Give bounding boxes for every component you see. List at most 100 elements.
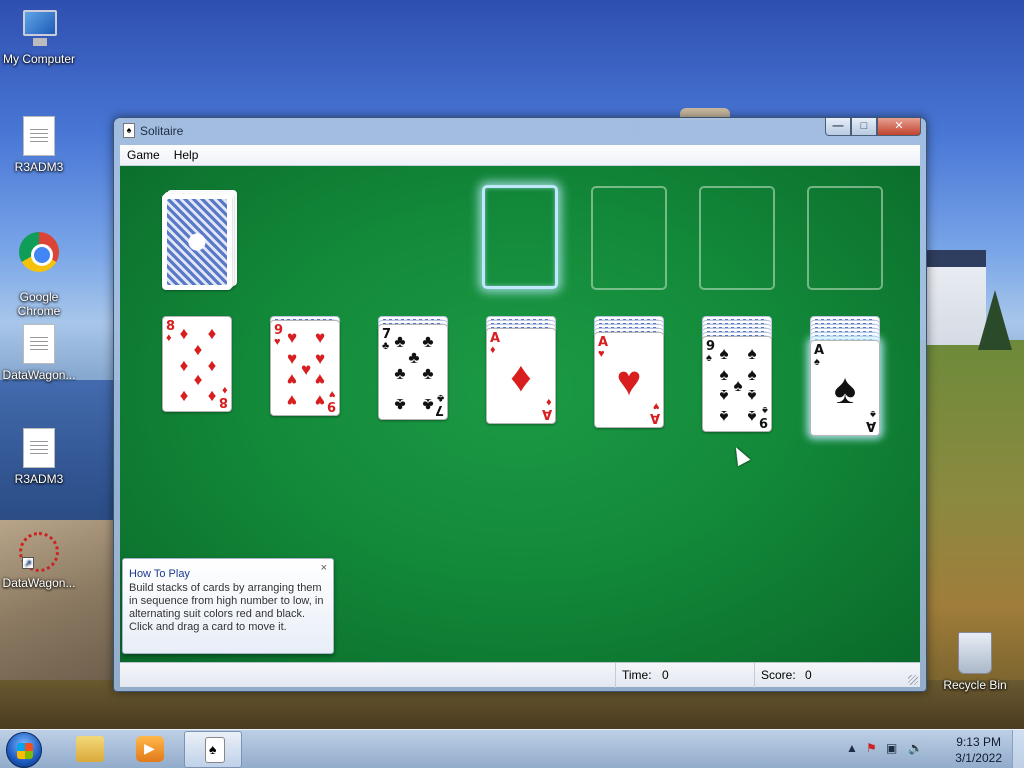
- solitaire-app-icon[interactable]: ♠: [123, 123, 135, 138]
- card-pip-icon: ♣: [408, 347, 420, 367]
- tip-close-button[interactable]: ×: [321, 562, 327, 574]
- card-pips: ♠ ♠ ♠ ♠ ♠ ♠ ♠ ♠ ♠: [715, 344, 759, 426]
- card-pip-icon: ♦: [207, 355, 217, 375]
- computer-icon: [17, 8, 61, 48]
- card-pip-icon: ♥: [286, 391, 298, 410]
- card-pip-icon: ♣: [422, 332, 434, 351]
- document-icon: [23, 428, 55, 468]
- card-pip-icon: ♦: [179, 355, 189, 375]
- foundation-slot-1[interactable]: [482, 185, 558, 289]
- card-pip-icon: ♦: [179, 387, 189, 406]
- tableau-card-4[interactable]: A ♦ A ♦ ♦: [486, 328, 556, 424]
- card-pip-icon: ♥: [314, 369, 326, 389]
- card-pip-icon: ♠: [747, 344, 757, 363]
- desktop-icon-label: DataWagon...: [2, 368, 76, 382]
- tip-body: Build stacks of cards by arranging them …: [129, 582, 324, 633]
- tableau-card-6[interactable]: 9 ♠ 9 ♠ ♠ ♠ ♠ ♠ ♠ ♠ ♠ ♠ ♠: [702, 336, 772, 432]
- card-pip-icon: ♦: [193, 371, 203, 391]
- score-value: 0: [805, 668, 812, 682]
- desktop-icon-label: DataWagon...: [2, 576, 76, 590]
- card-suit-icon: ♠: [706, 352, 712, 364]
- how-to-play-tip: × How To Play Build stacks of cards by a…: [122, 558, 334, 654]
- desktop-icon-datawagon-shortcut[interactable]: ↗ DataWagon...: [0, 532, 78, 590]
- card-pip-icon: ♥: [314, 391, 326, 410]
- show-hidden-icons-icon[interactable]: ▲: [846, 741, 858, 755]
- foundation-slot-3[interactable]: [699, 186, 775, 290]
- tip-title: How To Play: [129, 568, 190, 580]
- card-pip-icon: ♠: [719, 385, 729, 405]
- card-pip-icon: ♣: [422, 395, 434, 414]
- title-bar[interactable]: ♠ Solitaire — □ ✕: [114, 118, 926, 146]
- card-pip-icon: ♦: [207, 324, 217, 343]
- menu-bar: Game Help: [120, 145, 920, 166]
- tableau-card-3[interactable]: 7 ♣ 7 ♣ ♣ ♣ ♣ ♣ ♣ ♣ ♣: [378, 324, 448, 420]
- menu-game[interactable]: Game: [120, 145, 167, 165]
- desktop-icon-label: R3ADM3: [14, 160, 64, 174]
- caption-buttons: — □ ✕: [825, 118, 921, 136]
- solitaire-icon: [205, 737, 225, 763]
- score-display: Score: 0: [754, 663, 920, 688]
- resize-grip[interactable]: [908, 675, 918, 685]
- tableau-card-7[interactable]: A ♠ A ♠ ♠: [810, 340, 880, 436]
- desktop-icon-my-computer[interactable]: My Computer: [0, 8, 78, 66]
- desktop-icon-label: My Computer: [2, 52, 76, 66]
- action-center-icon[interactable]: ⚑: [866, 741, 877, 755]
- score-label: Score:: [761, 668, 796, 682]
- card-pip-icon: ♥: [314, 328, 326, 347]
- card-pip-icon: ♠: [719, 344, 729, 363]
- taskbar-media-player-button[interactable]: [120, 731, 178, 768]
- stock-pile[interactable]: [162, 194, 232, 290]
- window-title: Solitaire: [140, 124, 184, 138]
- time-value: 0: [662, 668, 669, 682]
- folder-icon: [76, 736, 104, 762]
- card-pips: ♣ ♣ ♣ ♣ ♣ ♣ ♣: [391, 332, 435, 414]
- card-suit-icon: ♣: [382, 340, 390, 352]
- desktop-icon-r3adm3[interactable]: R3ADM3: [0, 116, 78, 174]
- taskbar-solitaire-button[interactable]: [184, 731, 242, 768]
- desktop-icon-recycle-bin[interactable]: Recycle Bin: [936, 632, 1014, 692]
- desktop-icon-label: Recycle Bin: [943, 678, 1007, 692]
- desktop-icon-label: R3ADM3: [14, 472, 64, 486]
- start-button[interactable]: [6, 732, 42, 768]
- system-tray: ▲ ⚑ ▣ 🔊 9:13 PM 3/1/2022: [834, 730, 1024, 768]
- card-pip-icon: ♠: [719, 407, 729, 426]
- desktop-icon-r3adm3-2[interactable]: R3ADM3: [0, 428, 78, 486]
- taskbar-explorer-button[interactable]: [60, 731, 118, 768]
- tableau-card-2[interactable]: 9 ♥ 9 ♥ ♥ ♥ ♥ ♥ ♥ ♥ ♥ ♥ ♥: [270, 320, 340, 416]
- card-pips: ♥ ♥ ♥ ♥ ♥ ♥ ♥ ♥ ♥: [283, 328, 327, 410]
- time-label: Time:: [622, 668, 652, 682]
- card-pip-icon: ♠: [747, 407, 757, 426]
- wallpaper-house: [926, 250, 986, 345]
- tableau-card-1[interactable]: 8 ♦ 8 ♦ ♦ ♦ ♦ ♦ ♦ ♦ ♦ ♦: [162, 316, 232, 412]
- document-icon: [23, 324, 55, 364]
- volume-icon[interactable]: 🔊: [908, 741, 923, 755]
- minimize-button[interactable]: —: [825, 118, 851, 136]
- show-desktop-button[interactable]: [1012, 730, 1024, 768]
- desktop-icon-datawagon-doc[interactable]: DataWagon...: [0, 324, 78, 382]
- menu-help[interactable]: Help: [167, 145, 206, 165]
- status-bar: Time: 0 Score: 0: [120, 662, 920, 688]
- card-center-suit-icon: ♦: [510, 353, 532, 400]
- card-pips: ♦ ♦ ♦ ♦ ♦ ♦ ♦ ♦: [175, 324, 219, 406]
- card-suit-icon: ♠: [762, 404, 768, 416]
- card-pip-icon: ♦: [179, 324, 189, 343]
- network-icon[interactable]: ▣: [886, 741, 897, 755]
- desktop-icon-google-chrome[interactable]: Google Chrome: [0, 218, 78, 332]
- game-table[interactable]: 8 ♦ 8 ♦ ♦ ♦ ♦ ♦ ♦ ♦ ♦ ♦ 9 ♥ 9 ♥ ♥ ♥ ♥ ♥ ♥ ♥ ♥ ♥ ♥ 7 ♣ 7 ♣ ♣ ♣ ♣ ♣ ♣ ♣ ♣ A ♦ A ♦…: [120, 166, 920, 662]
- maximize-button[interactable]: □: [851, 118, 877, 136]
- foundation-slot-2[interactable]: [591, 186, 667, 290]
- card-rank: A: [649, 410, 660, 425]
- card-pip-icon: ♦: [193, 339, 203, 359]
- ferris-wheel-icon: ↗: [19, 532, 59, 572]
- card-pip-icon: ♣: [394, 363, 406, 383]
- document-icon: [23, 116, 55, 156]
- tableau-card-5[interactable]: A ♥ A ♥ ♥: [594, 332, 664, 428]
- card-suit-icon: ♣: [436, 392, 444, 404]
- card-rank: A: [541, 406, 552, 421]
- clock[interactable]: 9:13 PM 3/1/2022: [955, 734, 1002, 766]
- card-suit-icon: ♦: [166, 332, 172, 344]
- foundation-slot-4[interactable]: [807, 186, 883, 290]
- card-pip-icon: ♣: [394, 332, 406, 351]
- close-button[interactable]: ✕: [877, 118, 921, 136]
- card-pip-icon: ♥: [286, 369, 298, 389]
